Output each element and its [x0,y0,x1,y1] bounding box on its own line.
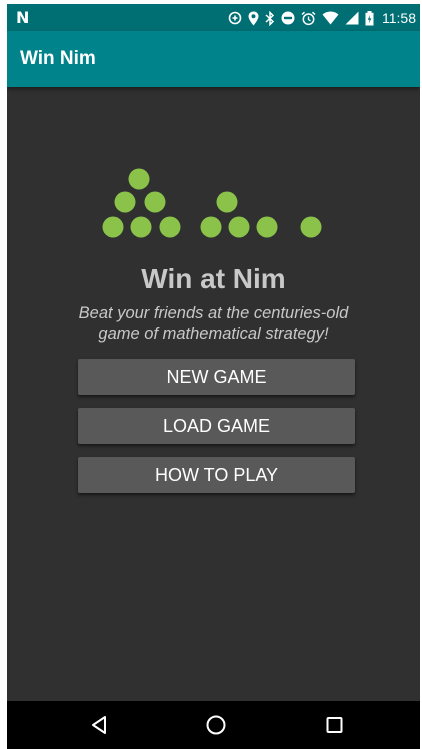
logo-dot [228,216,250,238]
recents-button[interactable] [305,701,365,749]
app-title: Win Nim [20,48,96,69]
logo-dot [159,216,181,238]
logo-dot [130,216,152,238]
logo-dot [102,216,124,238]
main-content: Win at Nim Beat your friends at the cent… [7,87,420,701]
page-title: Win at Nim [141,263,286,294]
logo-dot [128,168,150,190]
new-game-button[interactable]: NEW GAME [78,359,355,395]
back-icon [92,716,106,734]
carrier-logo: N [16,8,30,27]
how-to-play-button[interactable]: HOW TO PLAY [78,457,355,493]
bluetooth-icon [265,10,275,26]
home-button[interactable] [186,701,246,749]
clock: 11:58 [382,10,416,26]
signal-icon [345,11,359,25]
logo-dot [200,216,222,238]
status-icons: 11:58 [228,7,416,29]
home-icon [206,715,226,735]
data-saver-icon [228,11,242,25]
status-bar: N 11:58 [7,4,420,31]
load-game-button[interactable]: LOAD GAME [78,408,355,444]
battery-icon [365,10,374,25]
logo-dot [216,191,238,213]
back-button[interactable] [69,701,129,749]
navigation-bar [7,701,420,749]
logo-dot [300,216,322,238]
logo-dot [144,191,166,213]
alarm-icon [301,11,316,25]
app-screen: N 11:58 Win Nim Win at Nim Beat your fri… [7,4,420,749]
wifi-icon [322,11,339,25]
recents-icon [326,717,343,733]
logo-dot [114,191,136,213]
do-not-disturb-icon [281,11,295,25]
logo-dot [256,216,278,238]
tagline: Beat your friends at the centuries-old g… [78,304,349,343]
app-bar: Win Nim [7,31,420,87]
nim-logo [102,168,322,238]
location-icon [248,11,259,25]
